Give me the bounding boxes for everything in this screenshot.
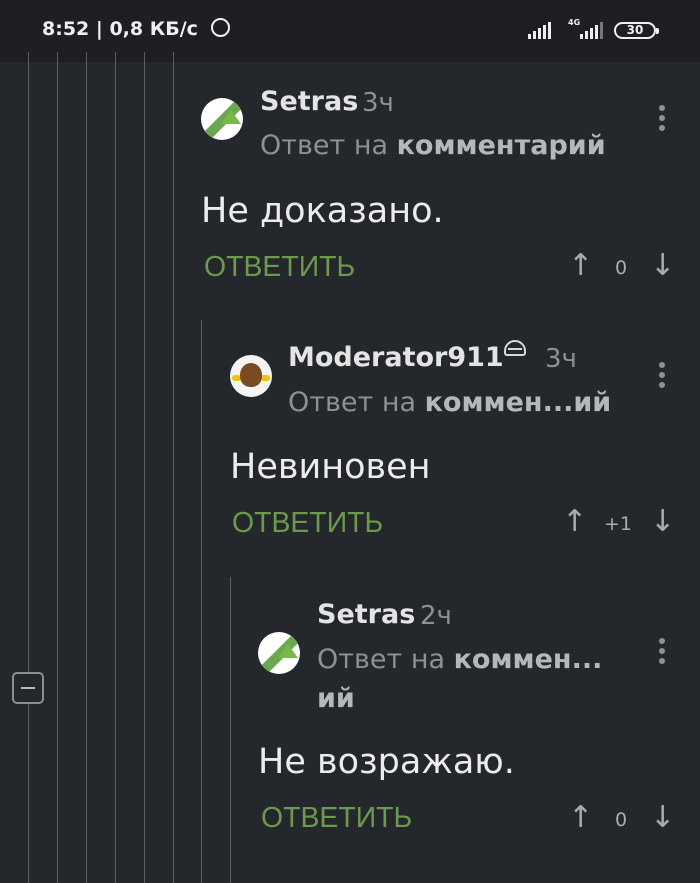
reply-button[interactable]: ОТВЕТИТЬ (232, 507, 383, 540)
thread-line[interactable] (230, 577, 231, 883)
thread-line[interactable] (86, 52, 87, 883)
comment-text: Не доказано. (201, 191, 444, 231)
comment-username[interactable]: Moderator911 (288, 342, 504, 373)
status-time-speed: 8:52 | 0,8 КБ/с (42, 18, 230, 40)
status-bar: 8:52 | 0,8 КБ/с 4G 30 (0, 0, 700, 62)
network-type: 4G (568, 18, 581, 27)
signal-icon (528, 22, 551, 39)
upvote-icon[interactable]: ↑ (568, 800, 593, 835)
comment-username[interactable]: Setras (317, 599, 415, 630)
reply-button[interactable]: ОТВЕТИТЬ (261, 802, 412, 835)
reply-to-link-cont[interactable]: ий (317, 683, 355, 714)
battery-icon: 30 (614, 22, 659, 39)
collapse-thread-button[interactable] (12, 672, 44, 704)
comment-score: 0 (614, 809, 628, 831)
thread-line[interactable] (57, 52, 58, 883)
comment-score: 0 (614, 257, 628, 279)
downvote-icon[interactable]: ↓ (650, 504, 675, 539)
reply-to-link[interactable]: коммен...ий (425, 387, 612, 418)
more-options-icon[interactable] (659, 638, 665, 668)
thread-line[interactable] (173, 52, 174, 883)
signal-2-icon (580, 22, 603, 39)
comment-text: Невиновен (230, 447, 431, 487)
alarm-icon (210, 18, 230, 37)
reply-to-text: Ответ на коммен...ий (288, 387, 612, 418)
status-speed: 0,8 КБ/с (109, 18, 198, 40)
moderator-hat-icon (504, 340, 526, 356)
more-options-icon[interactable] (659, 105, 665, 135)
downvote-icon[interactable]: ↓ (650, 248, 675, 283)
comment-time: 2ч (420, 601, 452, 631)
status-time: 8:52 (42, 18, 90, 40)
thread-line[interactable] (144, 52, 145, 883)
comment-score: +1 (603, 513, 632, 535)
comment-time: 3ч (545, 344, 577, 374)
comment-username[interactable]: Setras (260, 86, 358, 117)
thread-line[interactable] (28, 52, 29, 883)
avatar[interactable] (230, 355, 272, 397)
comment-time: 3ч (362, 88, 394, 118)
thread-line[interactable] (201, 320, 202, 883)
thread-line[interactable] (115, 52, 116, 883)
reply-to-link[interactable]: комментарий (397, 130, 606, 161)
upvote-icon[interactable]: ↑ (562, 504, 587, 539)
more-options-icon[interactable] (659, 362, 665, 392)
reply-button[interactable]: ОТВЕТИТЬ (204, 251, 355, 284)
comment-text: Не возражаю. (258, 742, 515, 782)
avatar[interactable] (258, 632, 300, 674)
avatar[interactable] (201, 98, 243, 140)
downvote-icon[interactable]: ↓ (650, 800, 675, 835)
upvote-icon[interactable]: ↑ (568, 248, 593, 283)
reply-to-text: Ответ на комментарий (260, 130, 606, 161)
reply-to-text-cont: ий (317, 683, 355, 714)
reply-to-text: Ответ на коммен... (317, 644, 603, 675)
reply-to-link[interactable]: коммен... (454, 644, 603, 675)
